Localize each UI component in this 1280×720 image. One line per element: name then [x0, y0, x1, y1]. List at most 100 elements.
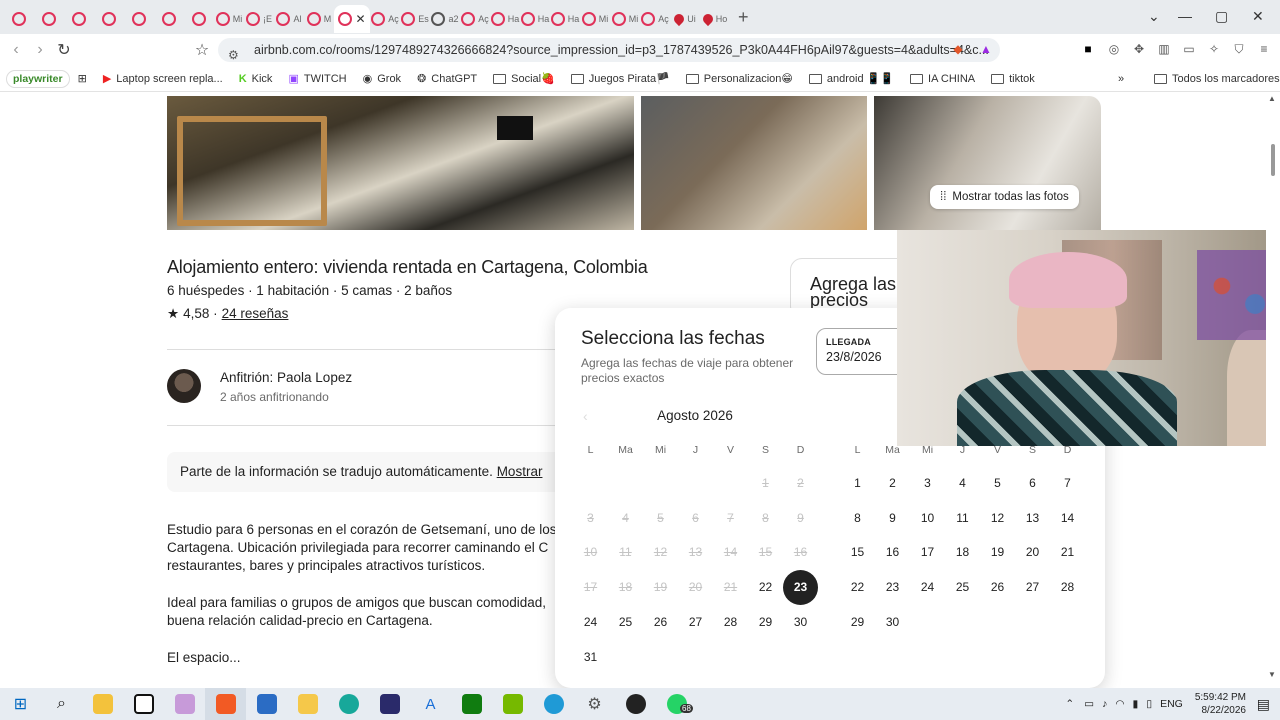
browser-tab[interactable]: Ho [700, 5, 730, 33]
screenshot-icon[interactable]: ◎ [1106, 42, 1122, 58]
bookmark-twitch[interactable]: ▣ TWITCH [280, 72, 354, 86]
brave-button[interactable] [205, 688, 246, 720]
battery-icon[interactable]: ▭ [1084, 698, 1094, 710]
scrollbar-thumb[interactable] [1271, 144, 1275, 176]
bookmark-chatgpt[interactable]: ❂ ChatGPT [409, 72, 485, 86]
file-explorer-button[interactable] [82, 688, 123, 720]
browser-tab[interactable]: ¡E [244, 5, 274, 33]
reload-icon[interactable]: ↻ [52, 40, 76, 60]
sidebar-icon[interactable]: ▥ [1156, 42, 1172, 58]
calendar-day[interactable]: 3 [910, 466, 945, 501]
listing-photo-2[interactable] [641, 96, 867, 230]
calendar-day[interactable]: 27 [678, 605, 713, 640]
bookmark-kick[interactable]: K Kick [231, 73, 281, 85]
browser-tab[interactable]: Ha [550, 5, 580, 33]
browser-tab[interactable]: Ha [490, 5, 520, 33]
all-bookmarks[interactable]: Todos los marcadores [1146, 73, 1280, 85]
extensions-puzzle-icon[interactable]: ✥ [1131, 42, 1147, 58]
calendar-day[interactable]: 5 [980, 466, 1015, 501]
bookmark-laptop[interactable]: ▶ Laptop screen repla... [95, 72, 231, 86]
bookmark-folder-social[interactable]: Social🍓 [485, 72, 563, 85]
calendar-day[interactable]: 22 [748, 570, 783, 605]
calendar-day[interactable]: 25 [945, 570, 980, 605]
sync-app-button[interactable] [533, 688, 574, 720]
bookmark-folder-juegos[interactable]: Juegos Pirata🏴 [563, 72, 678, 85]
calendar-day[interactable]: 21 [1050, 535, 1085, 570]
calendar-day[interactable]: 8 [840, 501, 875, 536]
url-field[interactable]: ⚙ airbnb.com.co/rooms/129748927432666682… [218, 38, 1000, 62]
browser-tab[interactable]: Mi [580, 5, 610, 33]
calendar-day[interactable]: 28 [1050, 570, 1085, 605]
host-avatar[interactable] [167, 369, 201, 403]
xbox-button[interactable] [451, 688, 492, 720]
calendar-day[interactable]: 29 [748, 605, 783, 640]
close-tab-icon[interactable]: ✕ [355, 12, 365, 26]
menu-icon[interactable]: ≡ [1256, 42, 1272, 58]
calendar-day[interactable]: 19 [980, 535, 1015, 570]
calendar-day[interactable]: 24 [910, 570, 945, 605]
wallet-icon[interactable]: ▭ [1181, 42, 1197, 58]
calendar-day[interactable]: 9 [875, 501, 910, 536]
description-more-link[interactable]: El espacio... [167, 649, 567, 667]
start-button[interactable]: ⊞ [0, 688, 41, 720]
tray-chevron-icon[interactable]: ⌃ [1065, 698, 1074, 710]
calendar-day[interactable]: 20 [1015, 535, 1050, 570]
back-icon[interactable]: ‹ [4, 41, 28, 59]
show-all-photos-button[interactable]: ⁞⁞ Mostrar todas las fotos [930, 185, 1079, 209]
browser-tab[interactable]: Ha [520, 5, 550, 33]
bookmark-playwriter[interactable]: playwriter [6, 69, 70, 88]
calendar-day[interactable]: 29 [840, 605, 875, 640]
obs-button[interactable] [615, 688, 656, 720]
calendar-day[interactable]: 24 [573, 605, 608, 640]
wifi-icon[interactable]: ◠ [1115, 698, 1124, 710]
cursor-app-button[interactable] [328, 688, 369, 720]
apps-icon[interactable]: ⊞ [70, 72, 95, 85]
language-indicator[interactable]: ENG [1160, 698, 1183, 710]
browser-tab[interactable] [34, 5, 64, 33]
browser-tab[interactable]: Al [274, 5, 304, 33]
bookmark-folder-ia-china[interactable]: IA CHINA [902, 73, 983, 85]
page-scrollbar[interactable]: ▲ ▼ [1266, 92, 1280, 688]
bookmark-icon[interactable]: ☆ [190, 40, 214, 60]
browser-tab[interactable]: Aç [640, 5, 670, 33]
bookmark-folder-android[interactable]: android 📱📱 [801, 72, 902, 85]
calendar-day[interactable]: 1 [840, 466, 875, 501]
calendar-day[interactable]: 25 [608, 605, 643, 640]
calendar-day[interactable]: 11 [945, 501, 980, 536]
browser-tab[interactable] [184, 5, 214, 33]
reviews-link[interactable]: 24 reseñas [222, 306, 289, 322]
bookmark-folder-personalizacion[interactable]: Personalizacion😁 [678, 72, 801, 85]
site-info-icon[interactable]: ⚙ [228, 43, 239, 62]
calendar-day[interactable]: 2 [875, 466, 910, 501]
calendar-day[interactable]: 26 [980, 570, 1015, 605]
store-button[interactable] [246, 688, 287, 720]
browser-tab[interactable]: Es [400, 5, 430, 33]
app-button[interactable] [164, 688, 205, 720]
browser-tab[interactable] [124, 5, 154, 33]
browser-tab[interactable]: a2 [430, 5, 460, 33]
browser-tab[interactable]: ✕ [334, 5, 370, 33]
calendar-day[interactable]: 31 [573, 640, 608, 675]
network-icon[interactable]: ▯ [1146, 698, 1152, 710]
calendar-day[interactable]: 10 [910, 501, 945, 536]
calendar-day[interactable]: 30 [783, 605, 818, 640]
browser-tab[interactable]: Aç [370, 5, 400, 33]
a-app-button[interactable]: A [410, 688, 451, 720]
more-bookmarks-icon[interactable]: » [1110, 73, 1132, 85]
close-window-button[interactable]: ✕ [1252, 8, 1264, 25]
calendar-day[interactable]: 28 [713, 605, 748, 640]
bookmark-grok[interactable]: ◉ Grok [355, 72, 409, 86]
calendar-day[interactable]: 4 [945, 466, 980, 501]
calendar-day[interactable]: 23 [875, 570, 910, 605]
leo-ai-icon[interactable]: ✧ [1206, 42, 1222, 58]
listing-photo-3[interactable] [874, 96, 1101, 230]
volume-icon[interactable]: ♪ [1102, 698, 1107, 710]
clock[interactable]: 5:59:42 PM 8/22/2026 [1195, 691, 1246, 717]
browser-tab[interactable] [94, 5, 124, 33]
nvidia-button[interactable] [492, 688, 533, 720]
brave-rewards-icon[interactable]: ▲ [978, 42, 994, 58]
extension-icon[interactable]: ■ [1080, 42, 1096, 58]
notifications-icon[interactable]: ▤ [1257, 696, 1270, 713]
calendar-day[interactable]: 14 [1050, 501, 1085, 536]
calendar-day[interactable]: 27 [1015, 570, 1050, 605]
